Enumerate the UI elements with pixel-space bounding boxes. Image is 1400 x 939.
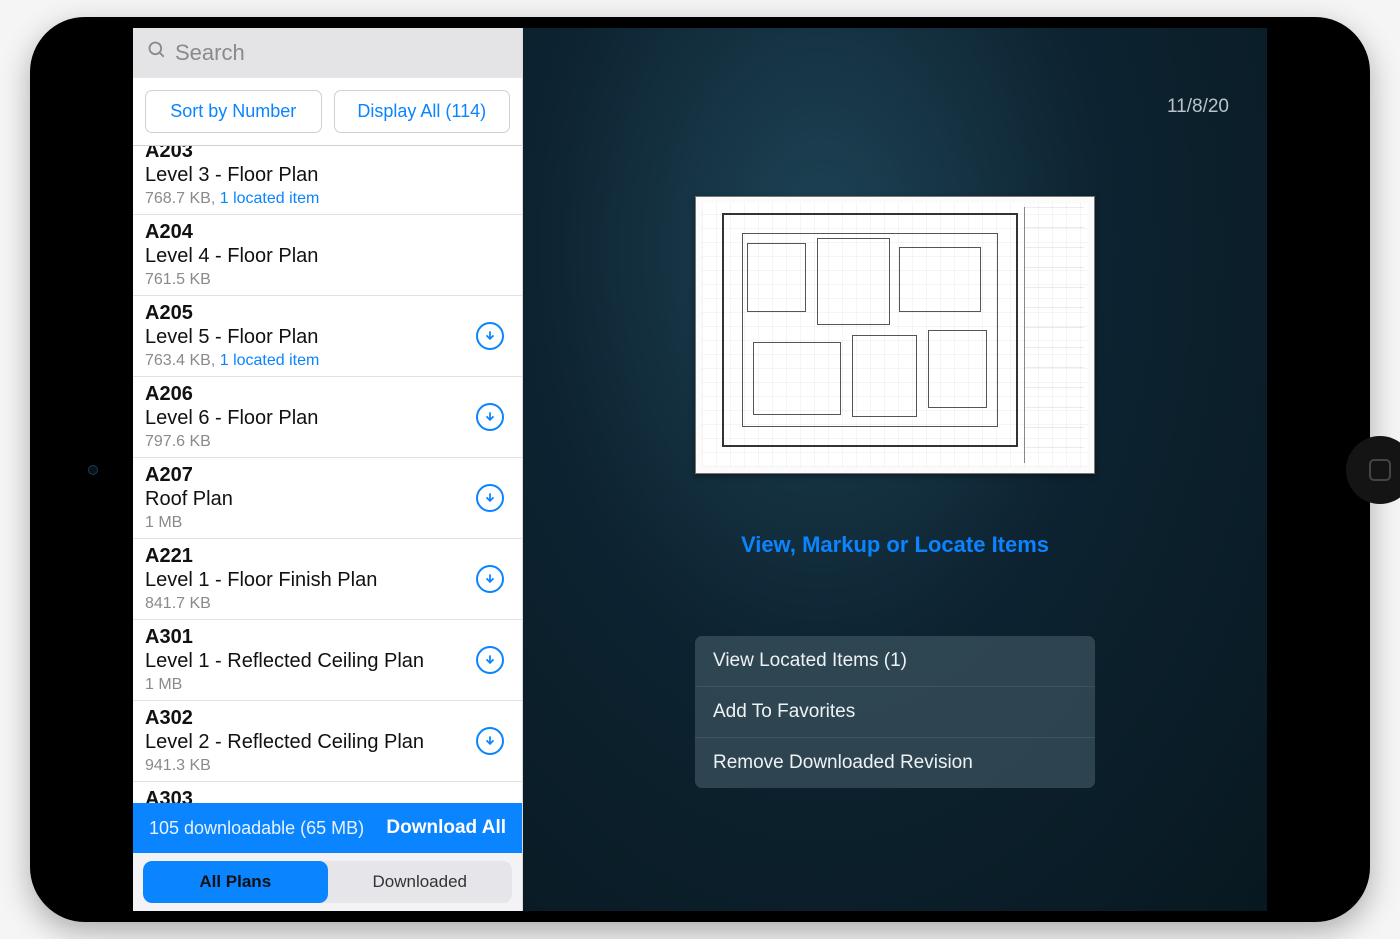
sidebar: Search Sort by Number Display All (114) … — [133, 28, 523, 911]
plan-title: Level 5 - Floor Plan — [145, 325, 510, 350]
plan-number: A221 — [145, 545, 510, 568]
plan-number: A207 — [145, 464, 510, 487]
action-item[interactable]: Add To Favorites — [695, 687, 1095, 738]
filter-row: Sort by Number Display All (114) — [133, 78, 522, 146]
segment-all-plans[interactable]: All Plans — [143, 861, 328, 903]
tablet-bezel: Search Sort by Number Display All (114) … — [30, 17, 1370, 922]
downloadable-count: 105 downloadable (65 MB) — [149, 818, 364, 839]
plan-title: Level 4 - Floor Plan — [145, 244, 510, 269]
plan-item[interactable]: A303 — [133, 782, 522, 803]
located-item-link[interactable]: 1 located item — [220, 352, 320, 369]
plan-title: Roof Plan — [145, 487, 510, 512]
search-input[interactable]: Search — [133, 28, 522, 78]
plan-title: Level 1 - Floor Finish Plan — [145, 568, 510, 593]
plan-meta: 768.7 KB, 1 located item — [145, 190, 510, 208]
plan-title: Level 3 - Floor Plan — [145, 163, 510, 188]
plan-number: A206 — [145, 383, 510, 406]
plan-number: A302 — [145, 707, 510, 730]
search-icon — [147, 40, 167, 66]
plan-meta: 1 MB — [145, 514, 510, 532]
action-item[interactable]: View Located Items (1) — [695, 636, 1095, 687]
plan-preview[interactable] — [695, 196, 1095, 474]
plan-number: A203 — [145, 146, 510, 163]
plan-meta: 761.5 KB — [145, 271, 510, 289]
plan-meta: 763.4 KB, 1 located item — [145, 352, 510, 370]
home-icon — [1369, 459, 1391, 481]
home-button[interactable] — [1346, 436, 1400, 504]
plan-title: Level 1 - Reflected Ceiling Plan — [145, 649, 510, 674]
download-all-button[interactable]: Download All — [386, 817, 506, 839]
plan-meta: 941.3 KB — [145, 757, 510, 775]
plan-item[interactable]: A207Roof Plan 1 MB — [133, 458, 522, 539]
segment-downloaded[interactable]: Downloaded — [328, 861, 513, 903]
plan-title: Level 2 - Reflected Ceiling Plan — [145, 730, 510, 755]
detail-pane: 11/8/20 View, Markup — [523, 28, 1267, 911]
sort-button[interactable]: Sort by Number — [145, 90, 322, 133]
plan-item[interactable]: A302Level 2 - Reflected Ceiling Plan 941.… — [133, 701, 522, 782]
download-icon[interactable] — [476, 727, 504, 755]
download-icon[interactable] — [476, 322, 504, 350]
segmented-control: All Plans Downloaded — [133, 853, 522, 911]
search-placeholder: Search — [175, 40, 245, 66]
display-button[interactable]: Display All (114) — [334, 90, 511, 133]
plan-list[interactable]: A203Level 3 - Floor Plan 768.7 KB, 1 loca… — [133, 146, 522, 803]
download-icon[interactable] — [476, 646, 504, 674]
download-icon[interactable] — [476, 565, 504, 593]
action-item[interactable]: Remove Downloaded Revision — [695, 738, 1095, 788]
located-item-link[interactable]: 1 located item — [220, 190, 320, 207]
plan-number: A303 — [145, 788, 510, 803]
plan-item[interactable]: A204Level 4 - Floor Plan 761.5 KB — [133, 215, 522, 296]
plan-number: A204 — [145, 221, 510, 244]
plan-item[interactable]: A203Level 3 - Floor Plan 768.7 KB, 1 loca… — [133, 146, 522, 215]
plan-title: Level 6 - Floor Plan — [145, 406, 510, 431]
download-bar: 105 downloadable (65 MB) Download All — [133, 803, 522, 853]
download-icon[interactable] — [476, 403, 504, 431]
action-panel: View Located Items (1)Add To FavoritesRe… — [695, 636, 1095, 788]
plan-meta: 841.7 KB — [145, 595, 510, 613]
plan-number: A205 — [145, 302, 510, 325]
revision-date: 11/8/20 — [1167, 96, 1229, 118]
plan-item[interactable]: A221Level 1 - Floor Finish Plan 841.7 KB — [133, 539, 522, 620]
download-icon[interactable] — [476, 484, 504, 512]
app-screen: Search Sort by Number Display All (114) … — [133, 28, 1267, 911]
plan-item[interactable]: A301Level 1 - Reflected Ceiling Plan 1 MB — [133, 620, 522, 701]
view-markup-link[interactable]: View, Markup or Locate Items — [741, 532, 1049, 558]
plan-item[interactable]: A205Level 5 - Floor Plan 763.4 KB, 1 loca… — [133, 296, 522, 377]
plan-meta: 797.6 KB — [145, 433, 510, 451]
plan-meta: 1 MB — [145, 676, 510, 694]
plan-item[interactable]: A206Level 6 - Floor Plan 797.6 KB — [133, 377, 522, 458]
plan-number: A301 — [145, 626, 510, 649]
front-camera — [88, 465, 98, 475]
